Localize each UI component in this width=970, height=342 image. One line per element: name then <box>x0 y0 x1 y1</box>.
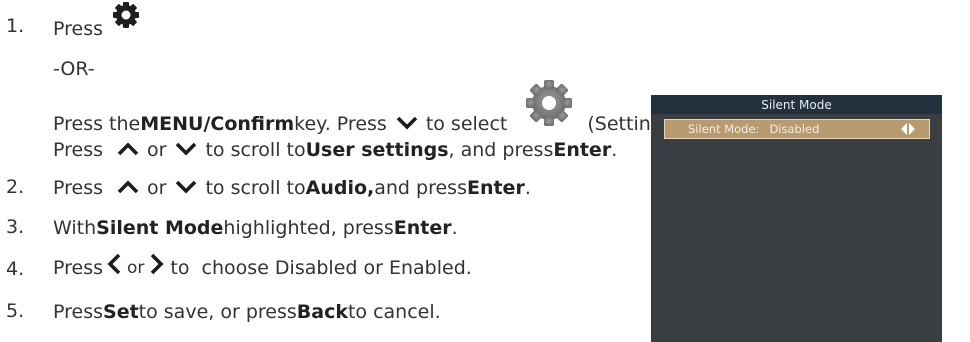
step-number: 2. <box>6 176 25 198</box>
row-value: Disabled <box>769 122 820 136</box>
step-text: to scroll to <box>205 139 306 161</box>
tv-screen-preview: Silent Mode Silent Mode: Disabled <box>651 95 942 342</box>
step-text: key. Press <box>294 113 387 135</box>
step-number: 4. <box>6 258 25 280</box>
step-text: and press <box>374 177 467 199</box>
key-name: Enter <box>553 139 612 161</box>
chevron-down-icon <box>175 139 197 161</box>
step-text: Press <box>53 257 104 279</box>
step-1-line-b: Press or to scroll to User settings, and… <box>53 138 617 162</box>
screen-title: Silent Mode <box>651 95 942 114</box>
settings-gear-icon <box>519 78 579 133</box>
chevron-right-icon <box>150 253 164 280</box>
chevron-up-icon <box>117 177 139 199</box>
or-separator: -OR- <box>53 58 95 80</box>
step-2-line: Press or to scroll to Audio, and press E… <box>53 176 531 200</box>
key-name: Set <box>103 301 139 323</box>
step-text: Press <box>53 177 104 199</box>
step-1-line: Press <box>53 0 141 42</box>
step-number: 1. <box>6 15 25 37</box>
key-name: Enter <box>393 217 452 239</box>
step-text: Press <box>53 139 104 161</box>
menu-item-name: Audio, <box>305 177 375 199</box>
menu-item-name: User settings <box>305 139 449 161</box>
step-text: . <box>611 139 618 161</box>
step-text: With <box>53 217 97 239</box>
left-right-arrows-icon[interactable] <box>901 123 915 138</box>
step-number: 5. <box>6 300 25 322</box>
key-name: MENU/Confirm <box>140 113 295 135</box>
row-label: Silent Mode: <box>688 122 760 136</box>
key-name: Enter <box>466 177 525 199</box>
step-text: to cancel. <box>347 301 441 323</box>
step-text: Press <box>53 301 104 323</box>
step-text: . <box>451 217 458 239</box>
step-text: to select <box>425 113 508 135</box>
menu-item-name: Silent Mode <box>96 217 224 239</box>
chevron-left-icon <box>107 253 121 280</box>
step-text: to choose Disabled or Enabled. <box>170 257 472 279</box>
step-text: to scroll to <box>205 177 306 199</box>
key-name: Back <box>296 301 348 323</box>
step-text: . <box>524 177 531 199</box>
step-3-line: With Silent Mode highlighted, press Ente… <box>53 216 458 240</box>
step-5-line: Press Set to save, or press Back to canc… <box>53 300 441 324</box>
step-4-line: Press or to choose Disabled or Enabled. <box>53 253 472 280</box>
step-text: Press the <box>53 113 141 135</box>
step-number: 3. <box>6 216 25 238</box>
step-text: or <box>147 139 167 161</box>
step-text: or <box>127 258 145 278</box>
chevron-down-icon <box>396 113 418 135</box>
chevron-up-icon <box>117 139 139 161</box>
gear-icon <box>111 0 141 35</box>
step-text: Press <box>53 18 104 40</box>
chevron-down-icon <box>175 177 197 199</box>
step-text: to save, or press <box>138 301 297 323</box>
step-text: , and press <box>448 139 554 161</box>
silent-mode-row[interactable]: Silent Mode: Disabled <box>664 119 930 139</box>
step-text: or <box>147 177 167 199</box>
step-text: highlighted, press <box>223 217 394 239</box>
